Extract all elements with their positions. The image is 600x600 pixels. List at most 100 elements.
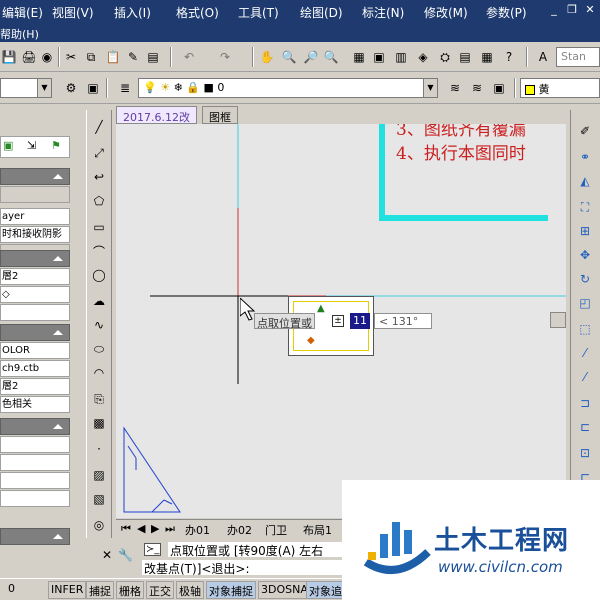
close-icon[interactable]: ✕ <box>102 548 112 562</box>
text-style-combo[interactable]: Stan <box>556 47 600 67</box>
break-icon[interactable]: ⊏ <box>576 418 594 436</box>
pan-icon[interactable]: ✋ <box>258 48 276 66</box>
move-icon[interactable]: ✥ <box>576 246 594 264</box>
zoom-previous-icon[interactable]: 🔍 <box>322 48 340 66</box>
palette-row[interactable] <box>0 436 70 453</box>
doc-tab[interactable]: 2017.6.12改 <box>116 106 197 124</box>
status-toggle-snap[interactable]: 捕捉 <box>86 581 114 599</box>
insert-block-icon[interactable]: ⎘ <box>90 390 108 408</box>
save-icon[interactable]: 💾 <box>0 48 18 66</box>
palette-section-header[interactable] <box>0 324 70 341</box>
layer-manager-icon[interactable]: ≣ <box>116 79 134 97</box>
layout-tab[interactable]: 门卫 <box>262 521 290 537</box>
palette-row[interactable]: 層2 <box>0 378 70 395</box>
status-toggle-otrack[interactable]: 对象追 <box>306 581 345 599</box>
paste-icon[interactable]: 📋 <box>104 48 122 66</box>
layer-combo[interactable]: 💡 ☀ ❄ 🔒 ■ 0 ▼ <box>138 78 438 98</box>
palette-section-header[interactable] <box>0 418 70 435</box>
match-properties-icon[interactable]: ✎ <box>124 48 142 66</box>
text-style-icon[interactable]: A <box>534 48 552 66</box>
status-toggle-polar[interactable]: 极轴 <box>176 581 204 599</box>
menu-view[interactable]: 视图(V) <box>52 4 94 21</box>
status-toggle-ortho[interactable]: 正交 <box>146 581 174 599</box>
help-icon[interactable]: ? <box>500 48 518 66</box>
tab-next-icon[interactable]: ▶ <box>148 521 162 537</box>
redo-icon[interactable]: ↷ <box>216 48 234 66</box>
scrollbar-thumb[interactable] <box>550 312 566 328</box>
gear-icon[interactable]: ⚙ <box>62 79 80 97</box>
plot-preview-icon[interactable]: ◉ <box>38 48 56 66</box>
layout-tab[interactable]: 办02 <box>224 521 255 537</box>
markup-icon[interactable]: ⛭ <box>436 48 454 66</box>
layout-tab[interactable]: 布局1 <box>300 521 335 537</box>
copy-object-icon[interactable]: ⚭ <box>576 148 594 166</box>
rotate-icon[interactable]: ↻ <box>576 270 594 288</box>
palette-row[interactable] <box>0 304 70 321</box>
region-icon[interactable]: ◎ <box>90 516 108 534</box>
copy-icon[interactable]: ⧉ <box>82 48 100 66</box>
palette-row[interactable]: ◇ <box>0 286 70 303</box>
erase-icon[interactable]: ✐ <box>576 122 594 140</box>
ellipse-arc-icon[interactable]: ◠ <box>90 364 108 382</box>
doc-tab[interactable]: 图框 <box>202 106 238 124</box>
menu-insert[interactable]: 插入(I) <box>114 4 151 21</box>
gradient-icon[interactable]: ▧ <box>90 490 108 508</box>
join-icon[interactable]: ⊡ <box>576 444 594 462</box>
make-current-layer-icon[interactable]: ≋ <box>446 79 464 97</box>
palette-section-header[interactable] <box>0 168 70 185</box>
properties-icon[interactable]: ▦ <box>350 48 368 66</box>
layer-states-icon[interactable]: ▣ <box>490 79 508 97</box>
ellipse-icon[interactable]: ⬭ <box>90 340 108 358</box>
wrench-icon[interactable]: 🔧 <box>118 548 133 562</box>
extend-icon[interactable]: ⁄ <box>576 368 594 386</box>
menu-edit[interactable]: 编辑(E) <box>2 4 43 21</box>
zoom-realtime-icon[interactable]: 🔍 <box>280 48 298 66</box>
tool-palettes-icon[interactable]: ▥ <box>392 48 410 66</box>
hatch-icon[interactable]: ▨ <box>90 466 108 484</box>
close-icon[interactable]: ✕ <box>584 4 596 16</box>
palette-section-header[interactable] <box>0 250 70 267</box>
make-block-icon[interactable]: ▩ <box>90 414 108 432</box>
trim-icon[interactable]: ⁄ <box>576 344 594 362</box>
construction-line-icon[interactable]: ⤢ <box>90 144 108 162</box>
palette-row[interactable]: OLOR <box>0 342 70 359</box>
zoom-window-icon[interactable]: 🔎 <box>302 48 320 66</box>
polyline-icon[interactable]: ↩ <box>90 168 108 186</box>
spline-icon[interactable]: ∿ <box>90 316 108 334</box>
palette-row[interactable]: 層2 <box>0 268 70 285</box>
stretch-icon[interactable]: ⬚ <box>576 320 594 338</box>
point-icon[interactable]: · <box>90 440 108 458</box>
tab-prev-icon[interactable]: ◀ <box>134 521 148 537</box>
cut-icon[interactable]: ✂ <box>62 48 80 66</box>
print-icon[interactable]: 🖨 <box>20 48 38 66</box>
arc-icon[interactable]: ⌒ <box>90 242 108 260</box>
minimize-icon[interactable]: _ <box>548 4 560 16</box>
palette-row[interactable]: 色相关 <box>0 396 70 413</box>
dynamic-input-toggle-icon[interactable]: ± <box>332 315 344 327</box>
menu-format[interactable]: 格式(O) <box>176 4 219 21</box>
tab-first-icon[interactable]: ⏮ <box>118 521 134 537</box>
palette-row[interactable] <box>0 454 70 471</box>
menu-dimension[interactable]: 标注(N) <box>362 4 404 21</box>
layer-previous-icon[interactable]: ≋ <box>468 79 486 97</box>
tab-last-icon[interactable]: ⏭ <box>162 521 178 537</box>
quick-select-icon[interactable]: ⚑ <box>51 139 61 152</box>
menu-tools[interactable]: 工具(T) <box>238 4 279 21</box>
undo-icon[interactable]: ↶ <box>180 48 198 66</box>
palette-section-header[interactable] <box>0 528 70 545</box>
select-objects-icon[interactable]: ▣ <box>3 139 13 152</box>
status-toggle-grid[interactable]: 栅格 <box>116 581 144 599</box>
menu-modify[interactable]: 修改(M) <box>424 4 468 21</box>
polygon-icon[interactable]: ⬠ <box>90 192 108 210</box>
rectangle-icon[interactable]: ▭ <box>90 218 108 236</box>
palette-row[interactable]: 时和接收阴影 <box>0 226 70 243</box>
status-toggle-infer[interactable]: INFER <box>48 581 87 599</box>
drawing-canvas[interactable]: 3、图纸齐有覆漏 4、执行本图同时 ▲ ◆ 点取位置或 ± 11 < 131° <box>116 124 566 518</box>
block-editor-icon[interactable]: ▤ <box>144 48 162 66</box>
color-combo[interactable]: 黄 <box>520 78 600 98</box>
status-toggle-osnap[interactable]: 对象捕捉 <box>206 581 256 599</box>
menu-draw[interactable]: 绘图(D) <box>300 4 343 21</box>
quickcalc-icon[interactable]: ▤ <box>456 48 474 66</box>
palette-row[interactable] <box>0 472 70 489</box>
menu-parameters[interactable]: 参数(P) <box>486 4 527 21</box>
